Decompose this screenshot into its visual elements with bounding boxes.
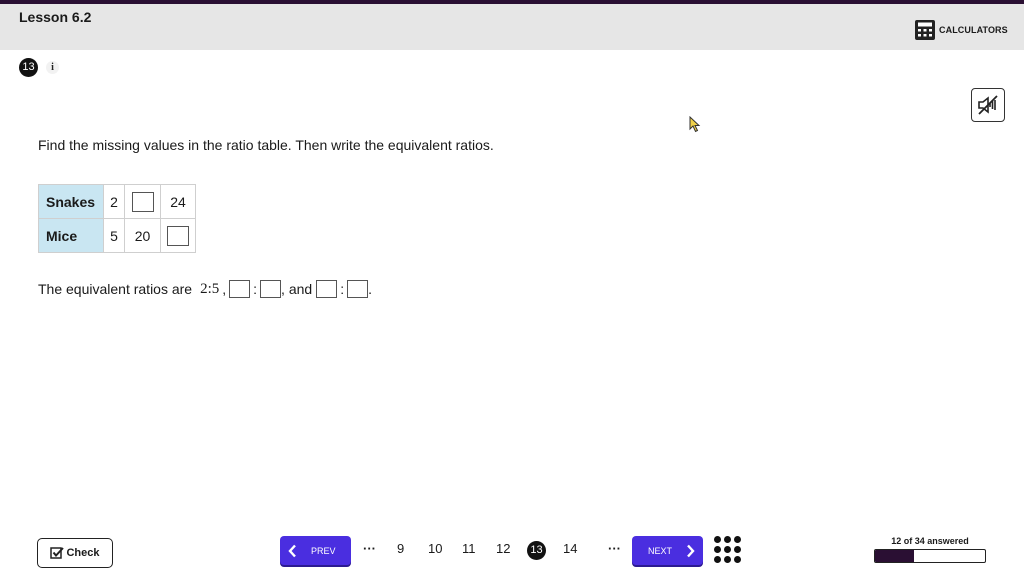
cell-mice-1: 5: [103, 218, 125, 253]
page-link-14[interactable]: 14: [563, 541, 577, 559]
colon-text: :: [253, 281, 258, 297]
answer-box-ratio-2a[interactable]: [316, 280, 338, 298]
progress-fill: [875, 550, 914, 562]
check-button[interactable]: Check: [37, 538, 113, 568]
equivalent-lead-text: The equivalent ratios are: [38, 281, 193, 297]
answer-box-ratio-1a[interactable]: [229, 280, 251, 298]
equivalent-ratios-sentence: The equivalent ratios are 2:5 , : , and …: [38, 280, 372, 298]
period-text: .: [368, 281, 372, 297]
calculators-button[interactable]: CALCULATORS: [914, 18, 1008, 42]
chevron-right-icon: [687, 544, 695, 557]
next-label: NEXT: [648, 545, 673, 556]
question-number-badge: 13: [19, 58, 38, 77]
table-row-mice: Mice 5 20: [38, 218, 196, 253]
page-link-11[interactable]: 11: [462, 541, 476, 559]
progress-text: 12 of 34 answered: [891, 536, 969, 546]
comma-text: ,: [222, 281, 227, 297]
mouse-cursor-icon: [689, 116, 701, 133]
lesson-title: Lesson 6.2: [19, 9, 92, 25]
prev-button[interactable]: PREV: [280, 536, 351, 565]
pager-ellipsis-right: ···: [608, 541, 621, 556]
speaker-muted-icon: [978, 95, 998, 115]
answer-box-snakes-2[interactable]: [131, 191, 154, 212]
page-link-12[interactable]: 12: [496, 541, 510, 559]
question-grid-button[interactable]: [714, 536, 742, 564]
cell-snakes-2: [124, 184, 161, 219]
row-header-snakes: Snakes: [38, 184, 104, 219]
cell-mice-2: 20: [124, 218, 161, 253]
answer-box-ratio-2b[interactable]: [347, 280, 369, 298]
progress-bar: [874, 549, 986, 563]
chevron-left-icon: [288, 544, 296, 557]
calculators-label: CALCULATORS: [939, 25, 1008, 35]
page-link-current[interactable]: 13: [527, 541, 546, 560]
answer-box-mice-3[interactable]: [167, 225, 189, 246]
table-row-snakes: Snakes 2 24: [38, 184, 196, 219]
colon-text-2: :: [340, 281, 345, 297]
and-text: , and: [281, 281, 313, 297]
question-prompt: Find the missing values in the ratio tab…: [38, 137, 494, 153]
check-label: Check: [66, 547, 100, 559]
cell-snakes-3: 24: [160, 184, 196, 219]
cell-mice-3: [160, 218, 196, 253]
page-link-10[interactable]: 10: [428, 541, 442, 559]
calculator-icon: [915, 20, 935, 40]
info-icon[interactable]: i: [46, 61, 59, 74]
prev-label: PREV: [311, 545, 336, 556]
header-bar: Lesson 6.2 CALCULATORS: [0, 4, 1024, 50]
answer-box-ratio-1b[interactable]: [260, 280, 282, 298]
pager-ellipsis-left: ···: [363, 541, 376, 556]
text-to-speech-button[interactable]: [971, 88, 1005, 122]
cell-snakes-1: 2: [103, 184, 125, 219]
row-header-mice: Mice: [38, 218, 104, 253]
ratio-table: Snakes 2 24 Mice 5 20: [38, 184, 196, 253]
checkmark-icon: [50, 547, 65, 559]
given-ratio: 2:5: [200, 280, 220, 297]
page-link-9[interactable]: 9: [397, 541, 404, 559]
next-button[interactable]: NEXT: [632, 536, 703, 565]
